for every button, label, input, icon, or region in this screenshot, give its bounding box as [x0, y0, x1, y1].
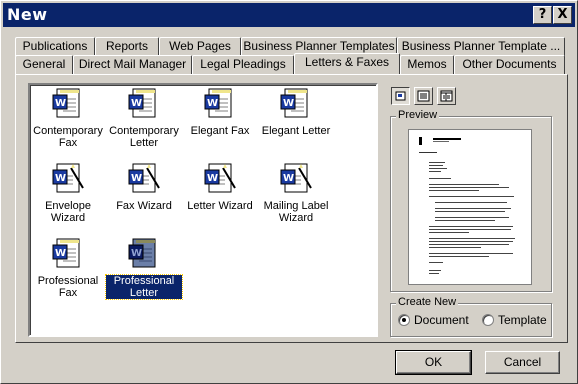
- tab-other-documents[interactable]: Other Documents: [454, 55, 565, 74]
- preview-page-image: [408, 129, 532, 285]
- svg-text:W: W: [283, 173, 294, 184]
- list-view-icon: [417, 90, 430, 102]
- svg-text:W: W: [207, 173, 218, 184]
- tab-legal-pleadings[interactable]: Legal Pleadings: [192, 55, 294, 74]
- tab-business-planner-template-more[interactable]: Business Planner Template ...: [397, 37, 565, 56]
- word-template-icon: W: [51, 87, 85, 121]
- tab-publications[interactable]: Publications: [15, 37, 95, 56]
- svg-text:W: W: [131, 98, 142, 109]
- svg-text:W: W: [55, 173, 66, 184]
- template-label: Mailing Label Wizard: [263, 200, 329, 224]
- svg-text:W: W: [207, 98, 218, 109]
- new-dialog: New ? X Publications Reports Web Pages B…: [0, 0, 578, 384]
- template-label: Envelope Wizard: [45, 200, 91, 224]
- word-wizard-icon: W: [51, 162, 85, 196]
- template-label: Professional Letter: [105, 274, 183, 300]
- word-wizard-icon: W: [279, 162, 313, 196]
- preview-label: Preview: [396, 109, 440, 121]
- details-view-button[interactable]: [437, 87, 456, 105]
- details-view-icon: [440, 90, 453, 102]
- word-template-icon: W: [127, 87, 161, 121]
- tab-general[interactable]: General: [15, 55, 73, 74]
- svg-text:W: W: [131, 173, 142, 184]
- document-radio[interactable]: [398, 314, 410, 326]
- template-elegant-letter[interactable]: W Elegant Letter: [258, 87, 334, 137]
- word-template-icon: W: [203, 87, 237, 121]
- template-elegant-fax[interactable]: W Elegant Fax: [182, 87, 258, 137]
- large-icons-view-button[interactable]: [391, 87, 410, 105]
- word-template-icon: W: [279, 87, 313, 121]
- svg-text:W: W: [131, 248, 142, 259]
- svg-text:W: W: [55, 248, 66, 259]
- title-bar[interactable]: New ? X: [3, 3, 575, 27]
- template-mailing-label-wizard[interactable]: W Mailing Label Wizard: [258, 162, 334, 224]
- help-button[interactable]: ?: [533, 6, 552, 24]
- cancel-button[interactable]: Cancel: [485, 351, 560, 374]
- template-radio-label[interactable]: Template: [498, 313, 547, 327]
- template-radio[interactable]: [482, 314, 494, 326]
- word-wizard-icon: W: [127, 162, 161, 196]
- tab-memos[interactable]: Memos: [400, 55, 454, 74]
- template-contemporary-fax[interactable]: W Contemporary Fax: [30, 87, 106, 149]
- list-view-button[interactable]: [414, 87, 433, 105]
- svg-text:W: W: [283, 98, 294, 109]
- template-contemporary-letter[interactable]: W Contemporary Letter: [106, 87, 182, 149]
- tab-web-pages[interactable]: Web Pages: [159, 37, 241, 56]
- template-label: Contemporary Letter: [109, 125, 179, 149]
- template-professional-letter[interactable]: W Professional Letter: [105, 237, 183, 300]
- word-template-icon: W: [127, 237, 161, 271]
- document-radio-label[interactable]: Document: [414, 313, 469, 327]
- word-template-icon: W: [51, 237, 85, 271]
- template-label: Letter Wizard: [187, 200, 253, 212]
- radio-selected-dot: [402, 318, 406, 322]
- tab-reports[interactable]: Reports: [95, 37, 159, 56]
- template-label: Contemporary Fax: [33, 125, 103, 149]
- svg-text:W: W: [55, 98, 66, 109]
- word-wizard-icon: W: [203, 162, 237, 196]
- template-professional-fax[interactable]: W Professional Fax: [30, 237, 106, 299]
- template-label: Professional Fax: [37, 275, 99, 299]
- template-label: Elegant Fax: [190, 125, 250, 137]
- dialog-title: New: [7, 5, 48, 24]
- template-letter-wizard[interactable]: W Letter Wizard: [182, 162, 258, 212]
- create-new-label: Create New: [396, 296, 459, 308]
- template-fax-wizard[interactable]: W Fax Wizard: [106, 162, 182, 212]
- large-icons-view-icon: [395, 91, 406, 101]
- tab-letters-faxes[interactable]: Letters & Faxes: [294, 53, 400, 74]
- close-button[interactable]: X: [553, 6, 572, 24]
- tab-direct-mail-manager[interactable]: Direct Mail Manager: [73, 55, 192, 74]
- template-label: Fax Wizard: [116, 200, 172, 212]
- template-label: Elegant Letter: [261, 125, 331, 137]
- ok-button[interactable]: OK: [395, 350, 472, 375]
- template-envelope-wizard[interactable]: W Envelope Wizard: [30, 162, 106, 224]
- template-list[interactable]: W Contemporary Fax W Contemporary Letter: [28, 83, 378, 337]
